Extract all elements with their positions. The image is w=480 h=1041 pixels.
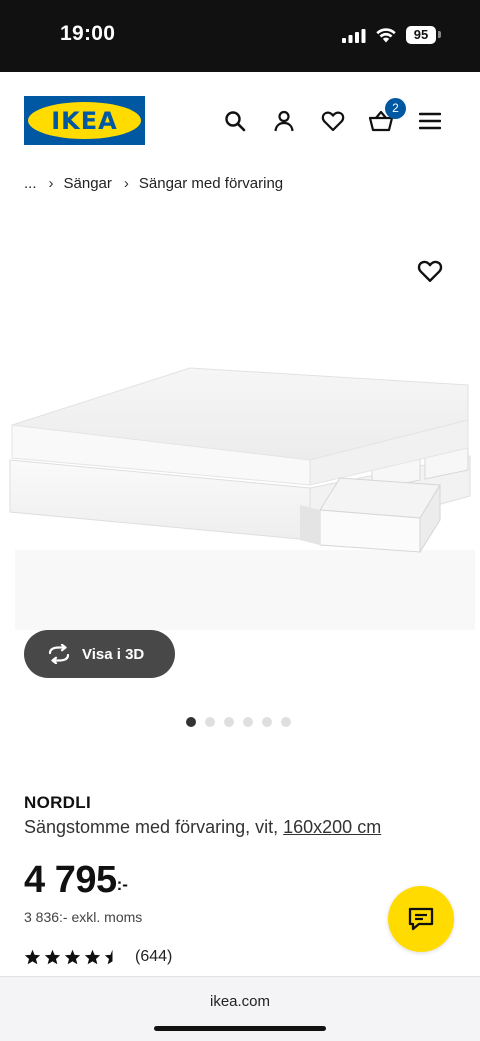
product-name: NORDLI (24, 793, 91, 812)
rotate-3d-icon (48, 644, 70, 664)
product-description: Sängstomme med förvaring, vit, 160x200 c… (24, 817, 381, 838)
site-header: IKEA 2 (0, 72, 480, 162)
price-value: 4 795 (24, 859, 117, 901)
address-url[interactable]: ikea.com (0, 993, 480, 1010)
product-image[interactable] (0, 340, 480, 630)
carousel-dot[interactable] (186, 717, 196, 727)
star-full-icon (24, 949, 41, 965)
browser-address-bar[interactable]: ikea.com (0, 976, 480, 1041)
logo-text: IKEA (51, 106, 118, 135)
profile-icon[interactable] (271, 108, 297, 134)
heart-icon[interactable] (320, 108, 346, 134)
battery-tip (438, 31, 441, 38)
breadcrumb-item-sangar-med-forvaring[interactable]: Sängar med förvaring (139, 175, 283, 192)
carousel-dot[interactable] (262, 717, 272, 727)
carousel-dot[interactable] (224, 717, 234, 727)
rating-stars (24, 949, 121, 965)
price-excl-vat: 3 836:- exkl. moms (24, 909, 143, 925)
product-price: 4 795 :- (24, 858, 128, 902)
add-to-favourites-heart-icon[interactable] (417, 259, 443, 285)
status-bar: 19:00 95 (0, 0, 480, 72)
cart-count-badge: 2 (385, 98, 406, 119)
product-rating[interactable]: (644) (24, 948, 172, 966)
search-icon[interactable] (222, 108, 248, 134)
chat-button[interactable] (388, 886, 454, 952)
menu-icon[interactable] (417, 108, 443, 134)
product-size-link[interactable]: 160x200 cm (283, 817, 381, 837)
chevron-right-icon: › (48, 174, 54, 192)
breadcrumb: ... › Sängar › Sängar med förvaring (24, 172, 283, 194)
wifi-icon (376, 28, 396, 43)
review-count: (644) (135, 948, 173, 965)
carousel-dot[interactable] (243, 717, 253, 727)
breadcrumb-item-sangar[interactable]: Sängar (64, 175, 112, 192)
logo-oval: IKEA (28, 102, 141, 139)
cellular-signal-icon (342, 29, 366, 43)
price-suffix: :- (116, 875, 128, 894)
carousel-dot[interactable] (205, 717, 215, 727)
view-in-3d-label: Visa i 3D (82, 645, 145, 663)
status-time: 19:00 (60, 22, 116, 45)
home-indicator[interactable] (154, 1026, 326, 1031)
chat-icon (408, 907, 434, 931)
chevron-right-icon: › (123, 174, 129, 192)
star-full-icon (64, 949, 81, 965)
image-carousel-dots (186, 717, 291, 727)
star-half-icon (104, 949, 121, 965)
ikea-logo[interactable]: IKEA (24, 96, 145, 145)
view-in-3d-button[interactable]: Visa i 3D (24, 630, 175, 678)
star-full-icon (84, 949, 101, 965)
product-description-text: Sängstomme med förvaring, vit, (24, 817, 279, 837)
breadcrumb-ellipsis[interactable]: ... (24, 175, 37, 192)
carousel-dot[interactable] (281, 717, 291, 727)
star-full-icon (44, 949, 61, 965)
battery-icon: 95 (406, 26, 436, 44)
